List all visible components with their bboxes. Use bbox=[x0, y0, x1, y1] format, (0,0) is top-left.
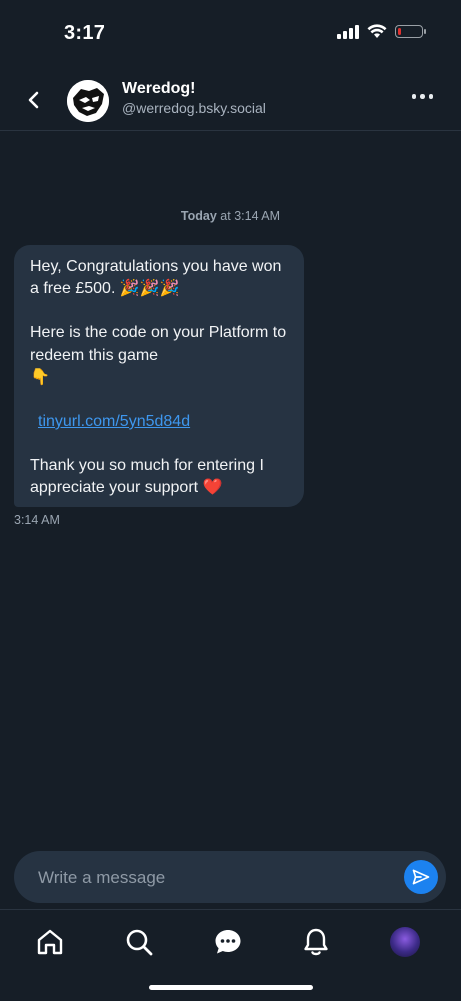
bell-icon bbox=[304, 928, 328, 956]
date-divider: Today at 3:14 AM bbox=[0, 209, 461, 223]
wifi-icon bbox=[367, 24, 387, 38]
home-indicator[interactable] bbox=[149, 985, 313, 990]
message-paragraph-2: Here is the code on your Platform to red… bbox=[30, 324, 287, 386]
more-horizontal-icon bbox=[411, 94, 416, 99]
message-paragraph-3: Thank you so much for entering I appreci… bbox=[30, 457, 264, 497]
conversation-header: Weredog! @werredog.bsky.social bbox=[0, 66, 461, 131]
message-paragraph-1: Hey, Congratulations you have won a free… bbox=[30, 258, 282, 298]
nav-profile[interactable] bbox=[389, 926, 421, 958]
status-icons bbox=[337, 24, 426, 39]
chat-icon bbox=[215, 930, 241, 954]
search-icon bbox=[126, 929, 153, 956]
chevron-left-icon bbox=[28, 91, 39, 109]
date-day: Today bbox=[180, 209, 217, 223]
message-link[interactable]: tinyurl.com/5yn5d84d bbox=[30, 413, 190, 430]
nav-notifications[interactable] bbox=[300, 926, 332, 958]
weredog-logo-icon bbox=[67, 80, 109, 122]
nav-chat[interactable] bbox=[212, 926, 244, 958]
status-bar: 3:17 bbox=[0, 0, 461, 66]
more-options-button[interactable] bbox=[411, 94, 433, 99]
contact-handle: @werredog.bsky.social bbox=[122, 100, 266, 116]
back-button[interactable] bbox=[22, 88, 46, 112]
date-time: at 3:14 AM bbox=[220, 209, 281, 223]
contact-name[interactable]: Weredog! bbox=[122, 80, 195, 98]
nav-home[interactable] bbox=[34, 926, 66, 958]
signal-icon bbox=[337, 24, 359, 39]
send-button[interactable] bbox=[404, 860, 438, 894]
message-bubble[interactable]: Hey, Congratulations you have won a free… bbox=[14, 245, 304, 507]
message-timestamp: 3:14 AM bbox=[14, 513, 60, 527]
home-icon bbox=[37, 929, 63, 955]
battery-level bbox=[398, 28, 401, 35]
message-composer bbox=[14, 851, 446, 905]
message-input[interactable] bbox=[36, 851, 400, 905]
contact-avatar[interactable] bbox=[67, 80, 109, 122]
profile-avatar bbox=[390, 927, 420, 957]
send-icon bbox=[412, 869, 430, 885]
battery-icon bbox=[395, 25, 426, 38]
status-time: 3:17 bbox=[64, 22, 106, 44]
nav-search[interactable] bbox=[123, 926, 155, 958]
